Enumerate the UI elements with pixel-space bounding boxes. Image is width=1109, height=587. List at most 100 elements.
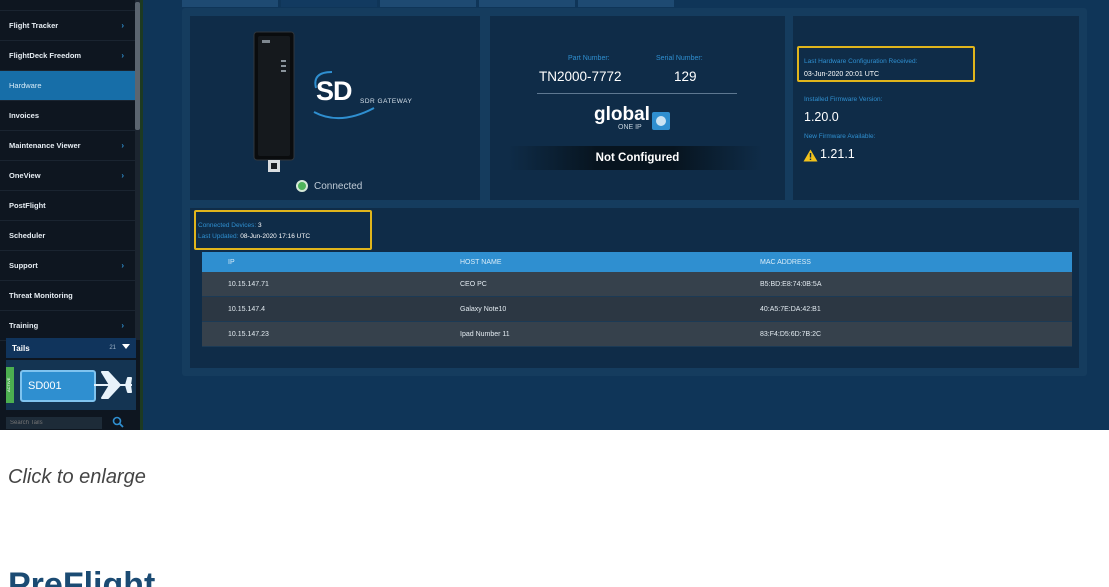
sidebar-item-scheduler[interactable]: Scheduler <box>0 221 136 251</box>
global-one-ip-logo-sub: ONE IP <box>618 124 642 131</box>
search-tails-input[interactable] <box>6 417 102 429</box>
sidebar-item-label: Maintenance Viewer <box>9 141 81 150</box>
sidebar-item-label: Invoices <box>9 111 40 120</box>
cell-mac-address: 40:A5:7E:DA:42:B1 <box>760 305 821 313</box>
tail-card[interactable]: ACTIVE SD001 <box>6 360 136 410</box>
serial-number-value: 129 <box>674 69 697 84</box>
cell-host-name: CEO PC <box>460 280 487 288</box>
caret-down-icon[interactable] <box>122 344 130 349</box>
section-heading: PreFlight <box>8 566 156 587</box>
installed-firmware-label: Installed Firmware Version: <box>804 96 883 103</box>
highlight-box <box>194 210 372 250</box>
sidebar-item-oneview[interactable]: OneView › <box>0 161 136 191</box>
serial-number-label: Serial Number: <box>656 55 703 62</box>
cell-mac-address: 83:F4:D5:6D:7B:2C <box>760 330 822 338</box>
warning-icon <box>803 149 818 162</box>
installed-firmware-value: 1.20.0 <box>804 110 839 124</box>
cell-ip: 10.15.147.23 <box>228 330 269 338</box>
last-updated-value: 08-Jun-2020 17:16 UTC <box>240 233 311 240</box>
table-row[interactable]: 10.15.147.4 Galaxy Note10 40:A5:7E:DA:42… <box>202 297 1072 322</box>
global-one-ip-logo-word: global <box>594 104 650 125</box>
tails-header[interactable]: Tails 21 <box>6 338 136 358</box>
column-header-ip[interactable]: IP <box>202 259 460 266</box>
table-row[interactable]: 10.15.147.23 Ipad Number 11 83:F4:D5:6D:… <box>202 322 1072 347</box>
sidebar-item-label: FlightDeck Freedom <box>9 51 82 60</box>
last-updated-label: Last Updated: <box>198 233 239 240</box>
cell-ip: 10.15.147.4 <box>228 305 265 313</box>
tab-5[interactable] <box>578 0 674 7</box>
sidebar-item-support[interactable]: Support › <box>0 251 136 281</box>
globe-icon <box>652 112 670 130</box>
app-screenshot: Flight Tracker › FlightDeck Freedom › Ha… <box>0 0 1109 430</box>
part-number-label: Part Number: <box>568 55 610 62</box>
sidebar-item-label: Scheduler <box>9 231 46 240</box>
cell-mac-address: B5:BD:E8:74:0B:5A <box>760 280 822 288</box>
tab-1[interactable] <box>182 0 278 7</box>
sidebar-item-label: PostFlight <box>9 201 46 210</box>
sidebar-item-label: Training <box>9 321 39 330</box>
sidebar-scroll-thumb[interactable] <box>135 2 140 130</box>
connected-status-icon <box>296 180 308 192</box>
sidebar-item-training[interactable]: Training › <box>0 311 136 341</box>
chevron-right-icon: › <box>121 21 124 30</box>
tails-label: Tails <box>12 343 30 353</box>
image-caption-link[interactable]: Click to enlarge <box>8 466 146 489</box>
sidebar-item-label: Flight Tracker <box>9 21 59 30</box>
connected-devices-card: Connected Devices: 3 Last Updated: 08-Ju… <box>190 208 1079 368</box>
gateway-device-image <box>253 31 295 172</box>
connected-devices-table: IP HOST NAME MAC ADDRESS 10.15.147.71 CE… <box>202 252 1072 347</box>
connected-devices-count: 3 <box>257 222 262 229</box>
last-hw-config-value: 03-Jun-2020 20:01 UTC <box>804 71 880 78</box>
column-header-mac-address[interactable]: MAC ADDRESS <box>760 259 1060 266</box>
hardware-panel: SD SDR GATEWAY Connected Part Number: Se… <box>182 8 1087 376</box>
search-icon[interactable] <box>112 416 124 428</box>
sidebar: Flight Tracker › FlightDeck Freedom › Ha… <box>0 0 143 430</box>
config-status: Not Configured <box>595 152 680 164</box>
connected-devices-summary: Connected Devices: 3 <box>198 222 262 229</box>
sidebar-item-partial[interactable] <box>0 0 140 11</box>
last-updated-summary: Last Updated: 08-Jun-2020 17:16 UTC <box>198 233 310 240</box>
tails-count: 21 <box>109 345 116 351</box>
chevron-right-icon: › <box>121 51 124 60</box>
tail-status-tag: ACTIVE <box>6 367 14 403</box>
connected-devices-label: Connected Devices: <box>198 222 257 229</box>
tab-bar <box>182 0 1082 7</box>
chevron-right-icon: › <box>121 261 124 270</box>
tab-4[interactable] <box>479 0 575 7</box>
cell-host-name: Galaxy Note10 <box>460 305 507 313</box>
last-hw-config-label: Last Hardware Configuration Received: <box>804 58 918 65</box>
tab-2[interactable] <box>281 0 377 7</box>
sidebar-item-maintenance-viewer[interactable]: Maintenance Viewer › <box>0 131 136 161</box>
table-header: IP HOST NAME MAC ADDRESS <box>202 252 1072 272</box>
sidebar-item-invoices[interactable]: Invoices <box>0 101 136 131</box>
sidebar-item-label: Hardware <box>9 81 42 90</box>
device-card: SD SDR GATEWAY Connected <box>190 16 480 200</box>
table-row[interactable]: 10.15.147.71 CEO PC B5:BD:E8:74:0B:5A <box>202 272 1072 297</box>
sidebar-item-flight-tracker[interactable]: Flight Tracker › <box>0 11 136 41</box>
cell-ip: 10.15.147.71 <box>228 280 269 288</box>
sidebar-item-threat-monitoring[interactable]: Threat Monitoring <box>0 281 136 311</box>
sidebar-item-hardware[interactable]: Hardware <box>0 71 136 101</box>
cell-host-name: Ipad Number 11 <box>460 330 510 338</box>
connection-status: Connected <box>314 181 363 192</box>
new-firmware-value: 1.21.1 <box>820 147 855 161</box>
sidebar-item-label: Threat Monitoring <box>9 291 73 300</box>
sidebar-item-label: Support <box>9 261 38 270</box>
sidebar-item-label: OneView <box>9 171 41 180</box>
sd-logo: SD <box>316 76 353 106</box>
tail-id: SD001 <box>20 370 96 402</box>
airplane-icon <box>94 371 132 399</box>
chevron-right-icon: › <box>121 171 124 180</box>
chevron-right-icon: › <box>121 141 124 150</box>
device-subtitle: SDR GATEWAY <box>360 98 413 105</box>
chevron-right-icon: › <box>121 321 124 330</box>
divider <box>537 93 737 94</box>
column-header-host-name[interactable]: HOST NAME <box>460 259 760 266</box>
part-number-value: TN2000-7772 <box>539 69 622 84</box>
firmware-card: Last Hardware Configuration Received: 03… <box>793 16 1079 200</box>
sidebar-item-flightdeck-freedom[interactable]: FlightDeck Freedom › <box>0 41 136 71</box>
tab-3[interactable] <box>380 0 476 7</box>
new-firmware-label: New Firmware Available: <box>804 133 876 140</box>
sidebar-item-postflight[interactable]: PostFlight <box>0 191 136 221</box>
identity-card: Part Number: Serial Number: TN2000-7772 … <box>490 16 785 200</box>
